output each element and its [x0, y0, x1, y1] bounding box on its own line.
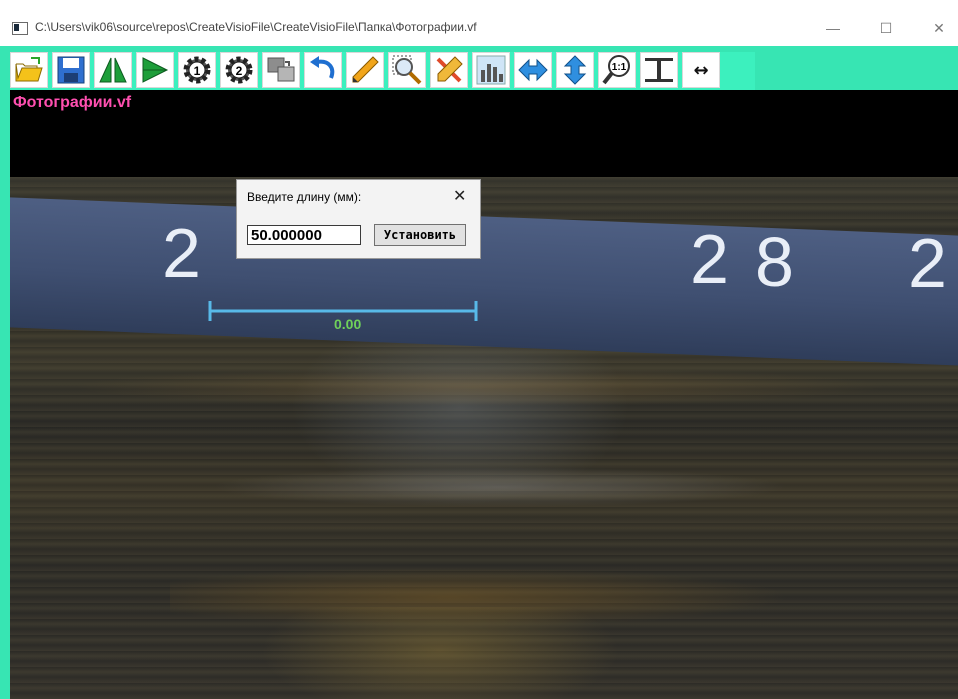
svg-text:2: 2: [236, 64, 243, 78]
length-dialog: Введите длину (мм): ✕ Установить: [236, 179, 481, 259]
undo-button[interactable]: [304, 52, 342, 88]
histogram-icon: [476, 55, 506, 85]
svg-text:1: 1: [194, 64, 201, 78]
app-icon: [12, 22, 28, 35]
set-button[interactable]: Установить: [374, 224, 466, 246]
zoom-1to1-icon: 1:1: [602, 55, 630, 85]
save-disk-icon: [57, 56, 85, 84]
save-button[interactable]: [52, 52, 90, 88]
minimize-button[interactable]: —: [810, 10, 856, 46]
undo-icon: [310, 56, 335, 79]
window-title: C:\Users\vik06\source\repos\CreateVisioF…: [35, 20, 477, 34]
pencil-icon: [352, 56, 379, 83]
measure-value-label: 0.00: [334, 316, 362, 332]
horizontal-arrows-icon: [518, 58, 548, 82]
measure-overlay: [208, 301, 478, 321]
close-button[interactable]: ✕: [916, 10, 958, 46]
maximize-button[interactable]: ☐: [863, 10, 909, 46]
weld-photo[interactable]: 2 2 8 2: [10, 177, 958, 699]
dialog-close-icon[interactable]: ✕: [453, 186, 466, 206]
zoom-region-button[interactable]: [388, 52, 426, 88]
gear-2-icon: 2: [225, 56, 253, 84]
image-canvas[interactable]: Фотографии.vf 2 2 8 2: [10, 90, 958, 699]
dialog-title: Введите длину (мм):: [247, 190, 362, 204]
length-input[interactable]: [247, 225, 361, 245]
open-button[interactable]: [10, 52, 48, 88]
histogram-button[interactable]: [472, 52, 510, 88]
title-bar: C:\Users\vik06\source\repos\CreateVisioF…: [0, 10, 958, 46]
mirror-button[interactable]: [94, 52, 132, 88]
i-beam-button[interactable]: [640, 52, 678, 88]
file-name-label: Фотографии.vf: [13, 94, 132, 111]
eraser-button[interactable]: [430, 52, 468, 88]
pencil-button[interactable]: [346, 52, 384, 88]
zoom-region-icon: [392, 55, 422, 85]
gear-1-button[interactable]: 1: [178, 52, 216, 88]
copy-screens-icon: [267, 57, 295, 82]
flip-button[interactable]: [136, 52, 174, 88]
svg-text:1:1: 1:1: [612, 62, 627, 73]
mirror-triangles-icon: [99, 57, 127, 83]
copy-screens-button[interactable]: [262, 52, 300, 88]
double-arrow-button[interactable]: ↔: [682, 52, 720, 88]
double-arrow-icon: ↔: [693, 59, 709, 81]
vertical-arrows-icon: [563, 55, 587, 85]
flip-triangle-icon: [142, 57, 169, 83]
toolbar: 1 2 1:1 ↔: [10, 52, 755, 90]
fit-width-button[interactable]: [514, 52, 552, 88]
open-folder-icon: [15, 57, 43, 82]
gear-1-icon: 1: [183, 56, 211, 84]
fit-height-button[interactable]: [556, 52, 594, 88]
zoom-1to1-button[interactable]: 1:1: [598, 52, 636, 88]
i-beam-icon: [645, 58, 673, 82]
gear-2-button[interactable]: 2: [220, 52, 258, 88]
eraser-cross-icon: [436, 56, 463, 83]
